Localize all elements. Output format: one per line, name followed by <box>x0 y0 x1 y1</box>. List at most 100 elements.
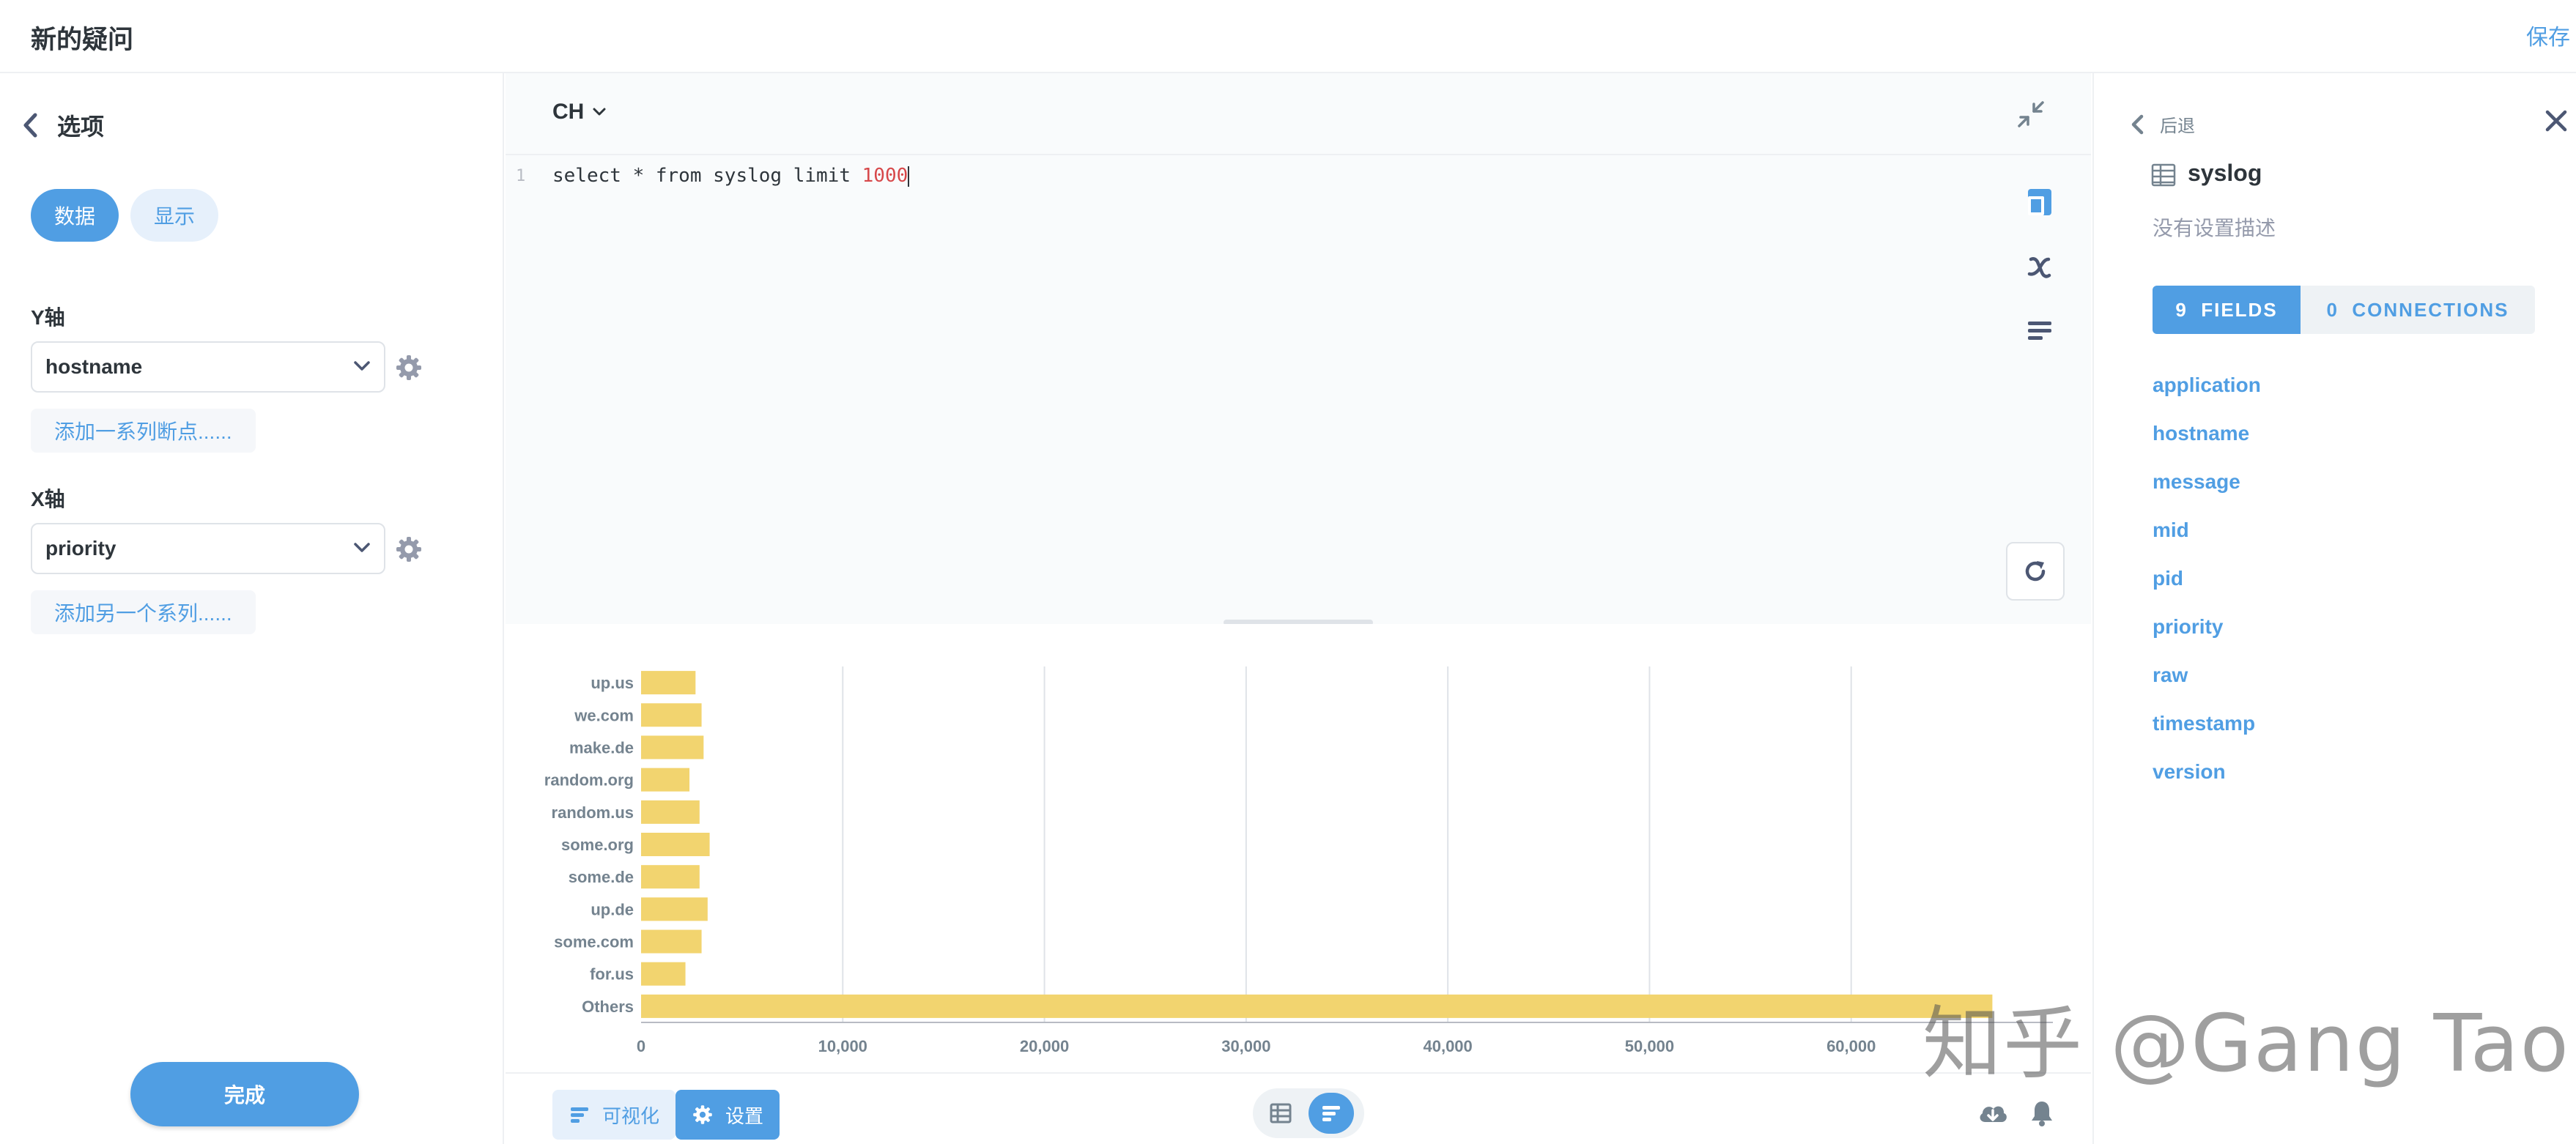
collapse-editor-icon[interactable] <box>2015 98 2047 130</box>
bar <box>641 671 696 695</box>
chart-area: 0 10,000 20,000 30,000 40,000 50,000 60,000 up.… <box>506 624 2091 1072</box>
settings-button[interactable]: 设置 <box>676 1090 780 1140</box>
bar <box>641 962 686 986</box>
visualization-label: 可视化 <box>602 1104 660 1127</box>
field-list: application hostname message mid pid pri… <box>2153 371 2261 806</box>
done-button[interactable]: 完成 <box>130 1062 359 1126</box>
tab-display[interactable]: 显示 <box>130 189 218 242</box>
x-tick-label: 40,000 <box>1423 1037 1472 1055</box>
y-tick-label: we.com <box>574 706 634 724</box>
y-tick-label: up.us <box>591 674 634 692</box>
text-cursor <box>908 166 910 187</box>
y-tick-label: some.org <box>561 836 634 854</box>
field-item[interactable]: raw <box>2153 661 2261 709</box>
variables-icon[interactable] <box>2024 250 2056 283</box>
y-tick-label: random.org <box>544 771 634 790</box>
field-item[interactable]: hostname <box>2153 419 2261 467</box>
tab-fields[interactable]: 9 FIELDS <box>2153 286 2301 334</box>
bar <box>641 897 708 921</box>
chart-view-button[interactable] <box>1309 1093 1354 1134</box>
tab-data[interactable]: 数据 <box>31 189 119 242</box>
x-axis-select[interactable]: priority <box>31 523 385 574</box>
field-item[interactable]: version <box>2153 757 2261 806</box>
field-item[interactable]: application <box>2153 371 2261 419</box>
options-back-button[interactable]: 选项 <box>22 108 104 142</box>
y-tick-label: for.us <box>590 965 634 984</box>
x-tick-label: 30,000 <box>1221 1037 1270 1055</box>
refresh-icon <box>2025 561 2046 582</box>
x-tick-label: 0 <box>637 1037 645 1055</box>
bar-chart-icon <box>1322 1106 1340 1121</box>
data-reference-icon[interactable] <box>2024 186 2056 218</box>
bar <box>641 994 1993 1018</box>
bar-chart-icon <box>571 1107 588 1123</box>
snippets-icon[interactable] <box>2024 315 2056 347</box>
chevron-left-icon <box>23 113 37 138</box>
table-icon <box>2151 163 2176 187</box>
line-number: 1 <box>516 167 526 185</box>
bar <box>641 735 704 759</box>
back-label: 后退 <box>2160 116 2195 136</box>
sql-input[interactable]: select * from syslog limit 1000 <box>552 165 910 187</box>
y-tick-label: some.de <box>569 868 634 886</box>
field-item[interactable]: message <box>2153 467 2261 516</box>
database-name: CH <box>552 100 585 124</box>
bar <box>641 800 700 824</box>
chevron-down-icon <box>354 361 370 371</box>
table-name: syslog <box>2188 160 2262 186</box>
bar <box>641 865 700 889</box>
tab-connections[interactable]: 0 CONNECTIONS <box>2301 286 2535 334</box>
x-tick-label: 20,000 <box>1020 1037 1069 1055</box>
x-tick-label: 60,000 <box>1826 1037 1876 1055</box>
bell-icon[interactable] <box>2029 1099 2054 1128</box>
visualization-button[interactable]: 可视化 <box>552 1090 676 1140</box>
chevron-left-icon <box>2131 114 2144 134</box>
y-tick-label: make.de <box>569 738 634 757</box>
panel-tabs: 9 FIELDS 0 CONNECTIONS <box>2153 286 2535 334</box>
close-icon[interactable] <box>2544 108 2569 133</box>
download-icon[interactable] <box>1977 1100 2009 1126</box>
y-tick-label: Others <box>582 998 634 1016</box>
y-axis-select[interactable]: hostname <box>31 341 385 393</box>
y-axis-gear-icon[interactable] <box>394 353 423 382</box>
options-label: 选项 <box>57 114 105 140</box>
bar <box>641 768 690 792</box>
y-axis-value: hostname <box>45 355 143 378</box>
field-item[interactable]: priority <box>2153 612 2261 661</box>
field-item[interactable]: pid <box>2153 564 2261 612</box>
chevron-down-icon <box>354 543 370 552</box>
chevron-down-icon <box>593 108 606 116</box>
footer-bar: 可视化 设置 <box>506 1072 2091 1144</box>
database-select[interactable]: CH <box>552 100 606 125</box>
page-title: 新的疑问 <box>31 26 134 54</box>
save-button[interactable]: 保存 <box>2526 19 2570 51</box>
sql-editor: CH 1 select * from syslog limit 1000 <box>506 73 2091 625</box>
editor-toolbar: CH <box>506 73 2091 155</box>
sql-text: select * from syslog limit <box>552 165 862 187</box>
x-tick-label: 10,000 <box>818 1037 867 1055</box>
table-description: 没有设置描述 <box>2153 217 2276 239</box>
run-query-button[interactable] <box>2006 542 2065 601</box>
left-sidebar: 选项 数据 显示 Y轴 hostname 添加一系列断点...... X轴 pr… <box>0 73 504 1144</box>
watermark: 知乎 @Gang Tao <box>1922 998 2570 1090</box>
add-series-link[interactable]: 添加另一个系列...... <box>31 590 256 634</box>
sql-limit-value: 1000 <box>862 165 908 187</box>
header-bar: 新的疑问 保存 <box>0 0 2576 73</box>
table-icon <box>1270 1103 1292 1123</box>
y-tick-label: up.de <box>591 900 634 918</box>
table-view-button[interactable] <box>1263 1096 1298 1131</box>
settings-label: 设置 <box>725 1104 764 1127</box>
x-tick-label: 50,000 <box>1625 1037 1674 1055</box>
view-toggle <box>1253 1088 1364 1138</box>
field-item[interactable]: timestamp <box>2153 709 2261 757</box>
x-axis-value: priority <box>45 537 116 560</box>
x-axis-label: X轴 <box>31 488 65 510</box>
back-button[interactable]: 后退 <box>2131 111 2195 137</box>
gear-icon <box>693 1105 712 1124</box>
bar <box>641 929 702 954</box>
field-item[interactable]: mid <box>2153 516 2261 564</box>
bar <box>641 703 702 727</box>
x-axis-gear-icon[interactable] <box>394 535 423 564</box>
add-breakout-link[interactable]: 添加一系列断点...... <box>31 409 256 453</box>
bar-chart: 0 10,000 20,000 30,000 40,000 50,000 60,000 up.… <box>544 666 2053 1055</box>
